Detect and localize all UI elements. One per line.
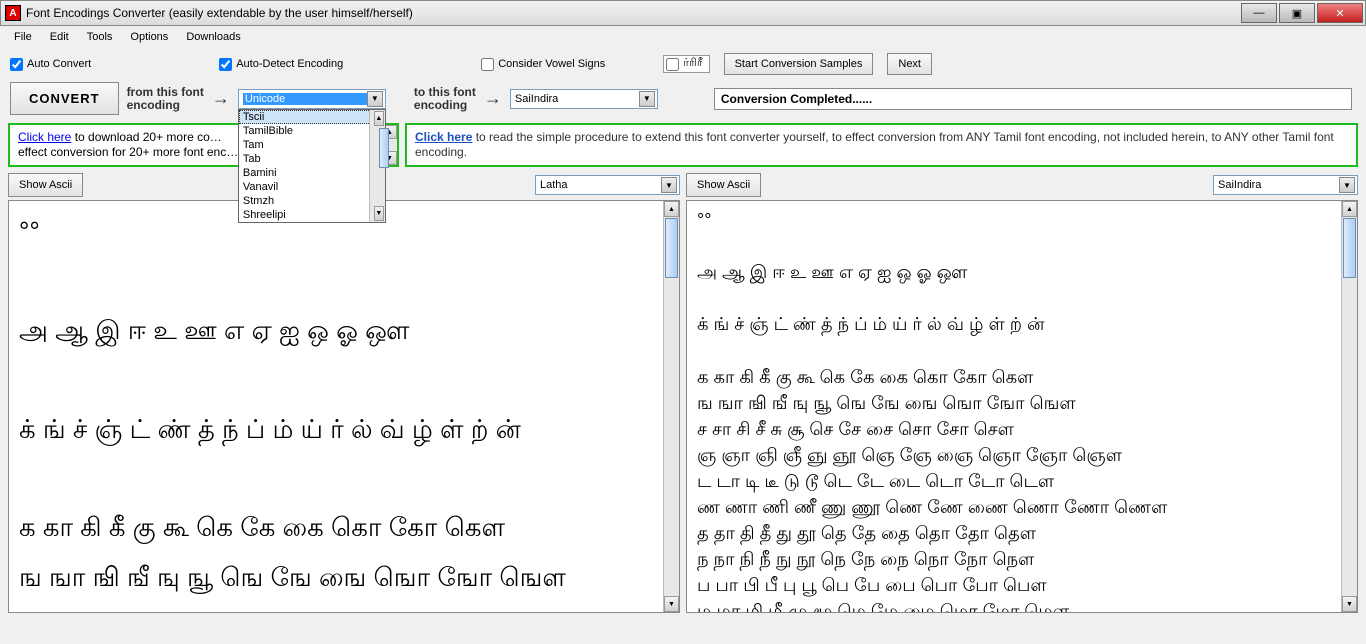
option-vanavil[interactable]: Vanavil bbox=[239, 180, 385, 194]
window-controls: — ▣ ✕ bbox=[1241, 3, 1363, 23]
maximize-button[interactable]: ▣ bbox=[1279, 3, 1315, 23]
scroll-up-icon[interactable]: ▲ bbox=[1342, 201, 1357, 217]
right-scrollbar[interactable]: ▲ ▼ bbox=[1341, 201, 1357, 612]
scroll-thumb[interactable] bbox=[665, 218, 678, 278]
click-here-right-link[interactable]: Click here bbox=[415, 130, 472, 144]
consider-vowel-label: Consider Vowel Signs bbox=[498, 58, 605, 70]
left-scrollbar[interactable]: ▲ ▼ bbox=[663, 201, 679, 612]
option-shreelipi[interactable]: Shreelipi bbox=[239, 208, 385, 222]
left-text-content[interactable]: °° அ ஆ இ ஈ உ ஊ எ ஏ ஐ ஒ ஓ ஔ க் ங் ச் ஞ் ட… bbox=[9, 201, 663, 612]
info-right: Click here to read the simple procedure … bbox=[405, 123, 1358, 167]
dropdown-scrollbar[interactable]: ▲ ▼ bbox=[369, 110, 385, 222]
scroll-up-icon[interactable]: ▲ bbox=[374, 111, 384, 126]
from-encoding-combo[interactable]: Unicode ▼ Tscii TamilBible Tam Tab Bamin… bbox=[238, 89, 386, 109]
option-tam[interactable]: Tam bbox=[239, 138, 385, 152]
scroll-down-icon[interactable]: ▼ bbox=[664, 596, 679, 612]
auto-convert-label: Auto Convert bbox=[27, 58, 91, 70]
scroll-thumb[interactable] bbox=[379, 128, 389, 168]
from-encoding-dropdown[interactable]: Tscii TamilBible Tam Tab Bamini Vanavil … bbox=[238, 109, 386, 223]
consider-vowel-checkbox[interactable]: Consider Vowel Signs bbox=[481, 58, 605, 71]
scroll-down-icon[interactable]: ▼ bbox=[374, 206, 384, 221]
auto-detect-label: Auto-Detect Encoding bbox=[236, 58, 343, 70]
option-tamilbible[interactable]: TamilBible bbox=[239, 124, 385, 138]
toolbar: Auto Convert Auto-Detect Encoding Consid… bbox=[0, 48, 1366, 80]
start-samples-button[interactable]: Start Conversion Samples bbox=[724, 53, 874, 75]
menu-file[interactable]: File bbox=[6, 28, 40, 46]
ri-checkbox[interactable] bbox=[666, 58, 679, 71]
show-ascii-right-button[interactable]: Show Ascii bbox=[686, 173, 761, 197]
right-text-content[interactable]: °° அ ஆ இ ஈ உ ஊ எ ஏ ஐ ஒ ஓ ஔ க் ங் ச் ஞ் ட… bbox=[687, 201, 1341, 612]
auto-convert-input[interactable] bbox=[10, 58, 23, 71]
menu-downloads[interactable]: Downloads bbox=[178, 28, 248, 46]
to-encoding-combo[interactable]: SaiIndira ▼ bbox=[510, 89, 658, 109]
scroll-up-icon[interactable]: ▲ bbox=[664, 201, 679, 217]
scroll-thumb[interactable] bbox=[1343, 218, 1356, 278]
to-encoding-value: SaiIndira bbox=[515, 93, 639, 105]
option-bamini[interactable]: Bamini bbox=[239, 166, 385, 180]
window-title: Font Encodings Converter (easily extenda… bbox=[26, 6, 1241, 20]
convert-button[interactable]: CONVERT bbox=[10, 82, 119, 115]
auto-detect-checkbox[interactable]: Auto-Detect Encoding bbox=[219, 58, 343, 71]
chevron-down-icon[interactable]: ▼ bbox=[367, 91, 383, 107]
option-stmzh[interactable]: Stmzh bbox=[239, 194, 385, 208]
right-font-combo[interactable]: SaiIndira ▼ bbox=[1213, 175, 1358, 195]
info-right-text: to read the simple procedure to extend t… bbox=[415, 130, 1334, 159]
show-ascii-left-button[interactable]: Show Ascii bbox=[8, 173, 83, 197]
arrow-icon: → bbox=[484, 88, 502, 109]
titlebar: A Font Encodings Converter (easily exten… bbox=[0, 0, 1366, 26]
status-box: Conversion Completed...... bbox=[714, 88, 1352, 110]
chevron-down-icon[interactable]: ▼ bbox=[639, 91, 655, 107]
left-font-value: Latha bbox=[540, 179, 661, 191]
scroll-down-icon[interactable]: ▼ bbox=[1342, 596, 1357, 612]
info-left-text2: effect conversion for 20+ more font enc… bbox=[18, 145, 238, 159]
option-tscii[interactable]: Tscii bbox=[239, 110, 385, 124]
left-font-combo[interactable]: Latha ▼ bbox=[535, 175, 680, 195]
menubar: File Edit Tools Options Downloads bbox=[0, 26, 1366, 48]
app-icon: A bbox=[5, 5, 21, 21]
to-label: to this fontencoding bbox=[414, 86, 476, 112]
consider-vowel-input[interactable] bbox=[481, 58, 494, 71]
right-text-area[interactable]: °° அ ஆ இ ஈ உ ஊ எ ஏ ஐ ஒ ஓ ஔ க் ங் ச் ஞ் ட… bbox=[686, 200, 1358, 613]
preview-row: Show Ascii Latha ▼ °° அ ஆ இ ஈ உ ஊ எ ஏ ஐ … bbox=[0, 173, 1366, 613]
left-pane: Show Ascii Latha ▼ °° அ ஆ இ ஈ உ ஊ எ ஏ ஐ … bbox=[8, 173, 680, 613]
click-here-left-link[interactable]: Click here bbox=[18, 130, 71, 144]
auto-detect-input[interactable] bbox=[219, 58, 232, 71]
auto-convert-checkbox[interactable]: Auto Convert bbox=[10, 58, 91, 71]
menu-options[interactable]: Options bbox=[122, 28, 176, 46]
close-button[interactable]: ✕ bbox=[1317, 3, 1363, 23]
arrow-icon: → bbox=[212, 88, 230, 109]
from-label: from this fontencoding bbox=[127, 86, 204, 112]
menu-edit[interactable]: Edit bbox=[42, 28, 77, 46]
info-left-text1: to download 20+ more co… bbox=[71, 130, 221, 144]
ri-display: ர்ரிரீ bbox=[663, 55, 709, 73]
right-pane: Show Ascii SaiIndira ▼ °° அ ஆ இ ஈ உ ஊ எ … bbox=[686, 173, 1358, 613]
convert-row: CONVERT from this fontencoding → Unicode… bbox=[0, 80, 1366, 121]
option-tab[interactable]: Tab bbox=[239, 152, 385, 166]
info-row: Click here to download 20+ more co… effe… bbox=[0, 121, 1366, 173]
chevron-down-icon[interactable]: ▼ bbox=[661, 177, 677, 193]
from-encoding-value: Unicode bbox=[243, 93, 367, 105]
next-button[interactable]: Next bbox=[887, 53, 932, 75]
minimize-button[interactable]: — bbox=[1241, 3, 1277, 23]
ri-label: ர்ரிரீ bbox=[683, 57, 702, 71]
menu-tools[interactable]: Tools bbox=[79, 28, 121, 46]
chevron-down-icon[interactable]: ▼ bbox=[1339, 177, 1355, 193]
left-text-area[interactable]: °° அ ஆ இ ஈ உ ஊ எ ஏ ஐ ஒ ஓ ஔ க் ங் ச் ஞ் ட… bbox=[8, 200, 680, 613]
right-font-value: SaiIndira bbox=[1218, 179, 1339, 191]
